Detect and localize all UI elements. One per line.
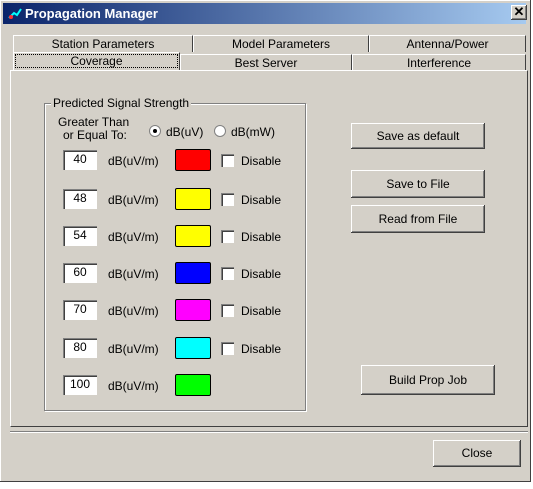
threshold-input-1[interactable]: 40 xyxy=(63,150,97,170)
disable-checkbox-4[interactable] xyxy=(221,267,234,280)
threshold-input-5[interactable]: 70 xyxy=(63,300,97,320)
disable-label-4: Disable xyxy=(241,267,282,281)
color-swatch-6[interactable] xyxy=(175,337,211,359)
threshold-label-line1: Greater Than xyxy=(58,115,130,129)
unit-label-6: dB(uV/m) xyxy=(108,342,159,356)
threshold-input-2[interactable]: 48 xyxy=(63,189,97,209)
radio-dbuv[interactable] xyxy=(149,125,161,137)
disable-checkbox-5[interactable] xyxy=(221,304,234,317)
app-icon xyxy=(8,8,22,19)
unit-label-5: dB(uV/m) xyxy=(108,304,159,318)
read-from-file-button[interactable]: Read from File xyxy=(351,205,485,233)
disable-label-2: Disable xyxy=(241,193,282,207)
save-as-default-button[interactable]: Save as default xyxy=(351,123,485,149)
separator xyxy=(10,431,528,433)
unit-label-2: dB(uV/m) xyxy=(108,193,159,207)
disable-label-5: Disable xyxy=(241,304,282,318)
tab-station-parameters[interactable]: Station Parameters xyxy=(13,35,193,52)
threshold-input-4[interactable]: 60 xyxy=(63,263,97,283)
radio-dbuv-label: dB(uV) xyxy=(166,125,204,139)
close-icon: ✕ xyxy=(513,4,525,19)
unit-label-1: dB(uV/m) xyxy=(108,154,159,168)
close-button[interactable]: Close xyxy=(433,440,521,467)
disable-label-1: Disable xyxy=(241,154,282,168)
tab-antenna-power[interactable]: Antenna/Power xyxy=(369,35,526,52)
disable-checkbox-2[interactable] xyxy=(221,193,234,206)
disable-checkbox-3[interactable] xyxy=(221,230,234,243)
radio-dbmw-label: dB(mW) xyxy=(231,125,275,139)
tab-interference[interactable]: Interference xyxy=(352,54,526,71)
radio-selected-dot xyxy=(153,129,157,133)
title-bar[interactable]: Propagation Manager ✕ xyxy=(3,3,527,24)
color-swatch-1[interactable] xyxy=(175,149,211,171)
threshold-label-line2: or Equal To: xyxy=(63,128,127,142)
build-prop-job-button[interactable]: Build Prop Job xyxy=(361,365,495,395)
color-swatch-4[interactable] xyxy=(175,262,211,284)
group-title: Predicted Signal Strength xyxy=(51,96,192,110)
tab-coverage[interactable]: Coverage xyxy=(13,52,180,70)
unit-label-4: dB(uV/m) xyxy=(108,267,159,281)
color-swatch-3[interactable] xyxy=(175,225,211,247)
color-swatch-7[interactable] xyxy=(175,374,211,396)
unit-label-7: dB(uV/m) xyxy=(108,379,159,393)
color-swatch-2[interactable] xyxy=(175,188,211,210)
tab-best-server[interactable]: Best Server xyxy=(180,54,352,71)
close-window-button[interactable]: ✕ xyxy=(511,5,527,20)
tab-model-parameters[interactable]: Model Parameters xyxy=(193,35,369,52)
threshold-input-6[interactable]: 80 xyxy=(63,338,97,358)
disable-checkbox-6[interactable] xyxy=(221,342,234,355)
disable-label-3: Disable xyxy=(241,230,282,244)
radio-dbmw[interactable] xyxy=(214,125,226,137)
disable-checkbox-1[interactable] xyxy=(221,154,234,167)
color-swatch-5[interactable] xyxy=(175,299,211,321)
threshold-input-3[interactable]: 54 xyxy=(63,226,97,246)
save-to-file-button[interactable]: Save to File xyxy=(351,170,485,198)
threshold-input-7[interactable]: 100 xyxy=(63,375,97,395)
window-title: Propagation Manager xyxy=(25,6,158,21)
unit-label-3: dB(uV/m) xyxy=(108,230,159,244)
disable-label-6: Disable xyxy=(241,342,282,356)
